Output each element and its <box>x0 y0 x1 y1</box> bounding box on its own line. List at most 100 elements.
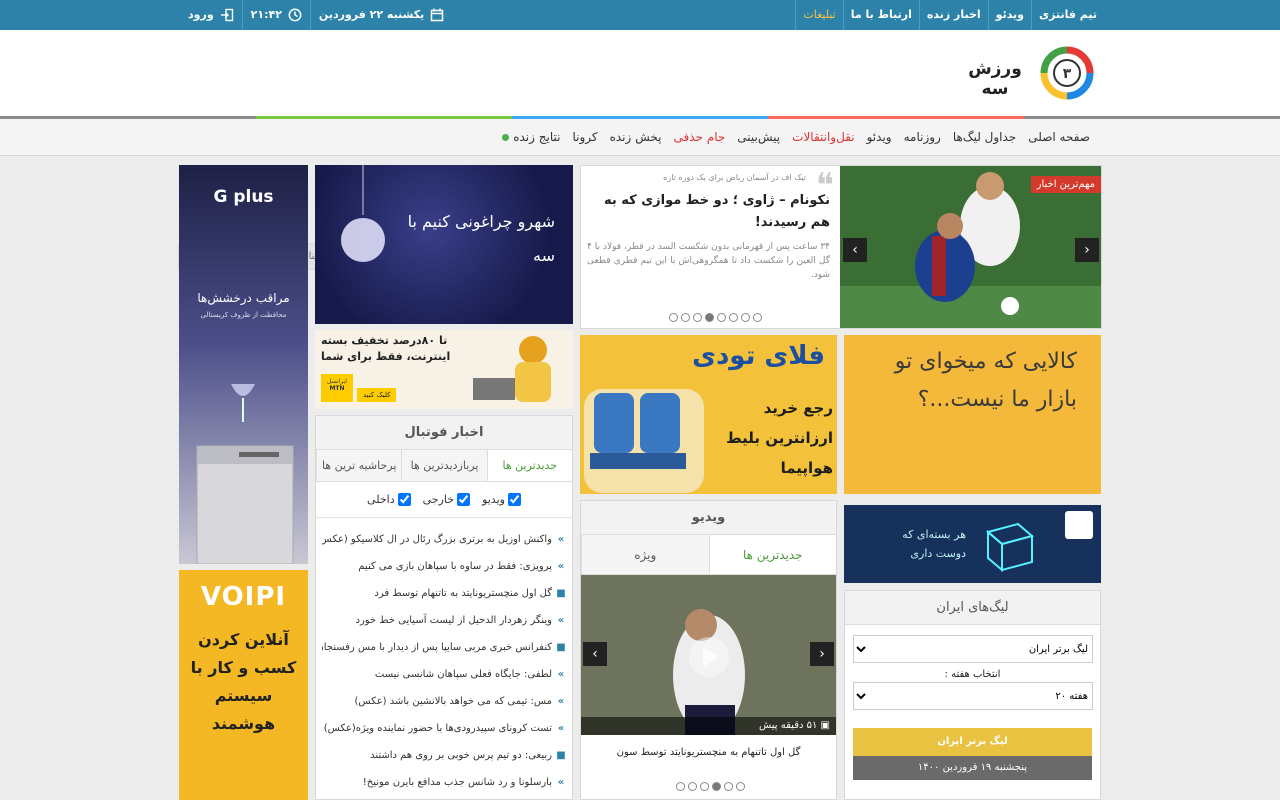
slider-dot[interactable] <box>669 313 678 322</box>
slider-dot[interactable] <box>717 313 726 322</box>
week-select[interactable]: هفته ۲۰ <box>853 682 1093 710</box>
chevron-right-icon: › <box>1084 242 1090 258</box>
voipi-ad[interactable]: VOIPI آنلاین کردن کسب و کار با سیستم هوش… <box>179 570 308 800</box>
nav-live-results[interactable]: نتایج زنده <box>496 130 566 144</box>
featured-summary: ۳۴ ساعت پس از قهرمانی بدون شکست السد در … <box>587 242 830 280</box>
login-button[interactable]: ورود <box>180 0 242 30</box>
filter-video[interactable]: ویدیو <box>482 493 521 506</box>
slider-dot[interactable] <box>693 313 702 322</box>
slider-dot[interactable] <box>729 313 738 322</box>
voipi-logo: VOIPI <box>200 582 287 612</box>
list-item[interactable]: » لطفی: جایگاه فعلی سپاهان شانسی نیست <box>322 661 566 688</box>
slider-next-button[interactable]: › <box>1075 238 1099 262</box>
nav-video[interactable]: ویدئو <box>861 130 898 144</box>
filter-foreign[interactable]: خارجی <box>422 493 471 506</box>
filter-domestic-checkbox[interactable] <box>397 493 411 506</box>
gplus-ad[interactable]: G plus مراقب درخشش‌ها محافظت از ظروف کری… <box>179 165 308 564</box>
nav-league-tables[interactable]: جداول لیگ‌ها <box>947 130 1022 144</box>
video-panel-title: ویدیو <box>581 501 836 535</box>
list-item[interactable]: ■ کنفرانس خبری مربی سایپا پس از دیدار با … <box>322 634 566 661</box>
voipi-text: آنلاین کردن کسب و کار با سیستم هوشمند <box>190 630 297 733</box>
tab-video-newest[interactable]: جدیدترین ها <box>708 535 836 574</box>
ramadan-ad[interactable]: شهرو چراغونی کنیم با سه <box>315 165 573 324</box>
video-dots <box>676 782 745 791</box>
video-dot[interactable] <box>700 782 709 791</box>
clock-icon <box>288 8 302 22</box>
top-link-live-news[interactable]: اخبار زنده <box>918 0 988 30</box>
list-item[interactable]: » بارسلونا و رد شانس جذب مدافع بایرن مونی… <box>322 769 566 796</box>
double-chevron-icon: » <box>557 777 565 788</box>
list-item[interactable]: » مس: تیمی که می خواهد بالانشین باشد (عکس… <box>322 688 566 715</box>
list-item[interactable]: » واکنش اوزیل به برتری بزرگ رئال در ال کل… <box>322 526 566 553</box>
top-link-ads[interactable]: تبلیغات <box>795 0 842 30</box>
nav-transfers[interactable]: نقل‌وانتقالات <box>786 130 860 144</box>
video-tabs: جدیدترین ها ویژه <box>581 535 836 575</box>
calendar-icon <box>431 8 444 22</box>
video-prev-button[interactable]: ‹ <box>583 642 607 666</box>
nav-predictions[interactable]: پیش‌بینی <box>731 130 786 144</box>
slider-dot[interactable] <box>705 313 714 322</box>
top-link-fantasy[interactable]: تیم فانتزی <box>1031 0 1104 30</box>
internet-package-ad[interactable]: هر بسته‌ای که دوست داری <box>844 505 1101 583</box>
top-link-contact[interactable]: ارتباط با ما <box>842 0 919 30</box>
filter-video-checkbox[interactable] <box>507 493 521 506</box>
list-item[interactable]: ■ گل اول منچستریونایتد به تاتنهام توسط فر… <box>322 580 566 607</box>
bazaar-ad[interactable]: کالایی که میخوای تو بازار ما نیست...؟ <box>844 335 1101 494</box>
top-link-video[interactable]: ویدئو <box>987 0 1031 30</box>
list-item[interactable]: ■ ربیعی: دو تیم پرس خوبی بر روی هم داشتند <box>322 742 566 769</box>
video-dot[interactable] <box>688 782 697 791</box>
svg-text:۳: ۳ <box>1063 66 1072 82</box>
video-time-bar: ▣ ۵۱ دقیقه پیش <box>581 717 836 735</box>
news-headline: ربیعی: دو تیم پرس خوبی بر روی هم داشتند <box>370 750 552 761</box>
nav-live-stream[interactable]: پخش زنده <box>604 130 668 144</box>
top-links: تیم فانتزی ویدئو اخبار زنده ارتباط با ما… <box>795 0 1104 30</box>
filter-foreign-checkbox[interactable] <box>457 493 471 506</box>
football-news-list: » واکنش اوزیل به برتری بزرگ رئال در ال کل… <box>316 522 572 800</box>
news-filters: داخلی خارجی ویدیو <box>316 482 572 518</box>
slider-dot[interactable] <box>753 313 762 322</box>
ramadan-text: شهرو چراغونی کنیم با سه <box>407 212 555 265</box>
video-dot[interactable] <box>736 782 745 791</box>
site-logo[interactable]: ۳ ورزش سه <box>962 42 1102 104</box>
nav-cup[interactable]: جام حذفی <box>668 130 732 144</box>
operator-logo <box>1065 511 1093 539</box>
filter-video-label: ویدیو <box>482 493 505 506</box>
featured-image[interactable]: مهم‌ترین اخبار <box>840 166 1101 328</box>
filter-domestic[interactable]: داخلی <box>367 493 411 506</box>
list-item[interactable]: » وینگر زهردار الدحیل از لیست آسیایی خط خ… <box>322 607 566 634</box>
nav-home[interactable]: صفحه اصلی <box>1022 130 1096 144</box>
video-dot[interactable] <box>676 782 685 791</box>
double-chevron-icon: » <box>557 534 565 545</box>
video-thumbnail[interactable]: ‹ › ▣ ۵۱ دقیقه پیش <box>581 575 836 735</box>
news-headline: کنفرانس خبری مربی سایپا پس از دیدار با م… <box>322 642 552 653</box>
slider-dot[interactable] <box>741 313 750 322</box>
league-select[interactable]: لیگ برتر ایران <box>853 635 1093 663</box>
chevron-left-icon: ‹ <box>592 646 598 662</box>
news-headline: لطفی: جایگاه فعلی سپاهان شانسی نیست <box>374 669 552 680</box>
gplus-logo: G plus <box>213 187 274 207</box>
dishwasher-icon <box>196 384 294 564</box>
date-text: یکشنبه ۲۲ فروردین <box>318 8 425 21</box>
nav-corona[interactable]: کرونا <box>566 130 603 144</box>
video-dot[interactable] <box>724 782 733 791</box>
mtn-ad[interactable]: تا ۸۰درصد تخفیف بسته اینترنت، فقط برای ش… <box>315 330 573 409</box>
video-dot[interactable] <box>712 782 721 791</box>
league-table-date: پنجشنبه ۱۹ فروردین ۱۴۰۰ <box>853 756 1092 780</box>
double-chevron-icon: » <box>557 723 565 734</box>
slider-prev-button[interactable]: ‹ <box>843 238 867 262</box>
flytoday-ad[interactable]: فلای تودی رجع خرید ارزانترین بلیط هواپیم… <box>580 335 837 494</box>
tab-most-controversial[interactable]: پرحاشیه ترین ها <box>316 450 402 481</box>
video-next-button[interactable]: › <box>810 642 834 666</box>
tab-most-viewed[interactable]: پربازدیدترین ها <box>401 450 487 481</box>
slider-dot[interactable] <box>681 313 690 322</box>
list-item[interactable]: » پرویزی: فقط در ساوه با سپاهان بازی می ک… <box>322 553 566 580</box>
nav-newspaper[interactable]: روزنامه <box>898 130 947 144</box>
news-headline: گل اول منچستریونایتد به تاتنهام توسط فرد <box>374 588 552 599</box>
tab-newest[interactable]: جدیدترین ها <box>486 450 572 481</box>
tab-video-special[interactable]: ویژه <box>581 535 709 574</box>
video-caption[interactable]: گل اول تاتنهام به منچستریونایتد توسط سون <box>581 735 836 771</box>
featured-title[interactable]: نکونام – ژاوی ؛ دو خط موازی که به هم رسی… <box>587 190 830 234</box>
mtn-click-button[interactable]: کلیک کنید <box>357 388 397 402</box>
list-item[interactable]: » تست کرونای سپیدرودی‌ها با حضور نماینده … <box>322 715 566 742</box>
filter-foreign-label: خارجی <box>422 493 455 506</box>
